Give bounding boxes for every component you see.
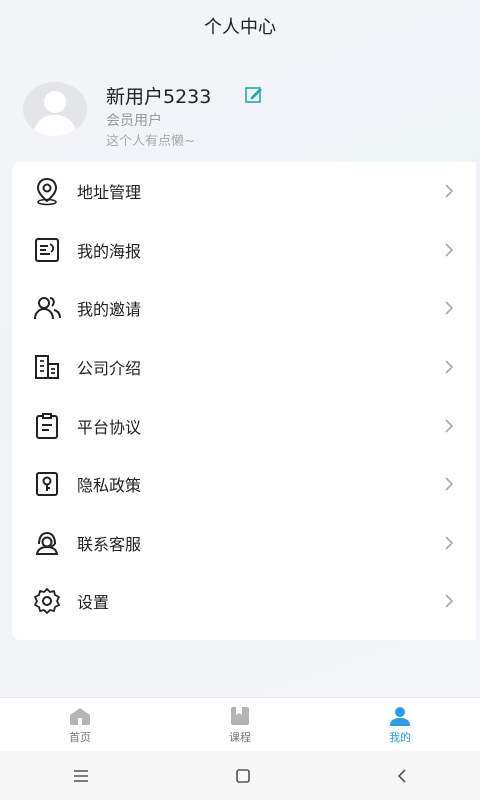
menu-item-privacy[interactable]: 隐私政策	[12, 455, 476, 514]
menu-label: 联系客服	[77, 534, 142, 554]
course-icon	[231, 706, 249, 725]
menu-icon[interactable]	[72, 769, 90, 783]
profile-card[interactable]: 新用户5233 会员用户 这个人有点懒~	[0, 70, 480, 150]
poster-icon	[35, 237, 59, 262]
chevron-right-icon	[445, 243, 454, 257]
tab-label: 首页	[69, 730, 91, 744]
member-type: 会员用户	[106, 113, 162, 129]
location-pin-icon	[36, 178, 58, 206]
chevron-right-icon	[445, 360, 454, 374]
gear-icon	[34, 588, 60, 615]
building-icon	[35, 355, 59, 380]
chevron-right-icon	[445, 301, 454, 316]
tab-label: 课程	[229, 730, 251, 744]
menu-item-settings[interactable]: 设置	[12, 572, 476, 631]
home-button-icon[interactable]	[235, 768, 251, 784]
edit-icon[interactable]	[244, 85, 264, 105]
default-avatar-icon	[33, 91, 77, 136]
motto: 这个人有点懒~	[106, 134, 195, 149]
menu-label: 平台协议	[77, 417, 142, 437]
chevron-right-icon	[445, 536, 454, 550]
tab-course[interactable]: 课程	[160, 698, 320, 752]
menu-list: 地址管理 我的海报 我的邀请 公司介绍 平台协议 隐私政策 联系客服 设置	[12, 162, 476, 640]
menu-item-agreement[interactable]: 平台协议	[12, 396, 476, 455]
customer-service-icon	[35, 531, 59, 555]
menu-item-address[interactable]: 地址管理	[12, 162, 476, 221]
bottom-tab-bar: 首页 课程 我的	[0, 697, 480, 752]
tab-home[interactable]: 首页	[0, 698, 160, 752]
avatar[interactable]	[23, 82, 87, 136]
back-icon[interactable]	[396, 768, 408, 784]
menu-label: 设置	[77, 593, 110, 613]
menu-item-customer-service[interactable]: 联系客服	[12, 514, 476, 573]
clipboard-icon	[36, 412, 58, 439]
tab-mine[interactable]: 我的	[320, 698, 480, 752]
chevron-right-icon	[445, 477, 454, 491]
username: 新用户5233	[106, 86, 212, 108]
menu-label: 我的邀请	[77, 300, 142, 320]
user-icon	[390, 706, 410, 726]
chevron-right-icon	[445, 594, 454, 609]
tab-label: 我的	[389, 730, 411, 744]
menu-item-poster[interactable]: 我的海报	[12, 221, 476, 280]
chevron-right-icon	[445, 184, 454, 198]
system-navigation-bar	[0, 751, 480, 800]
menu-item-company[interactable]: 公司介绍	[12, 338, 476, 397]
invite-users-icon	[34, 297, 61, 320]
menu-label: 我的海报	[77, 241, 142, 261]
menu-item-invite[interactable]: 我的邀请	[12, 279, 476, 338]
chevron-right-icon	[445, 419, 454, 433]
menu-label: 隐私政策	[77, 476, 142, 496]
menu-label: 公司介绍	[77, 359, 142, 379]
key-lock-icon	[36, 472, 58, 497]
menu-label: 地址管理	[77, 183, 142, 203]
page-title: 个人中心	[204, 17, 276, 38]
home-icon	[70, 707, 90, 725]
